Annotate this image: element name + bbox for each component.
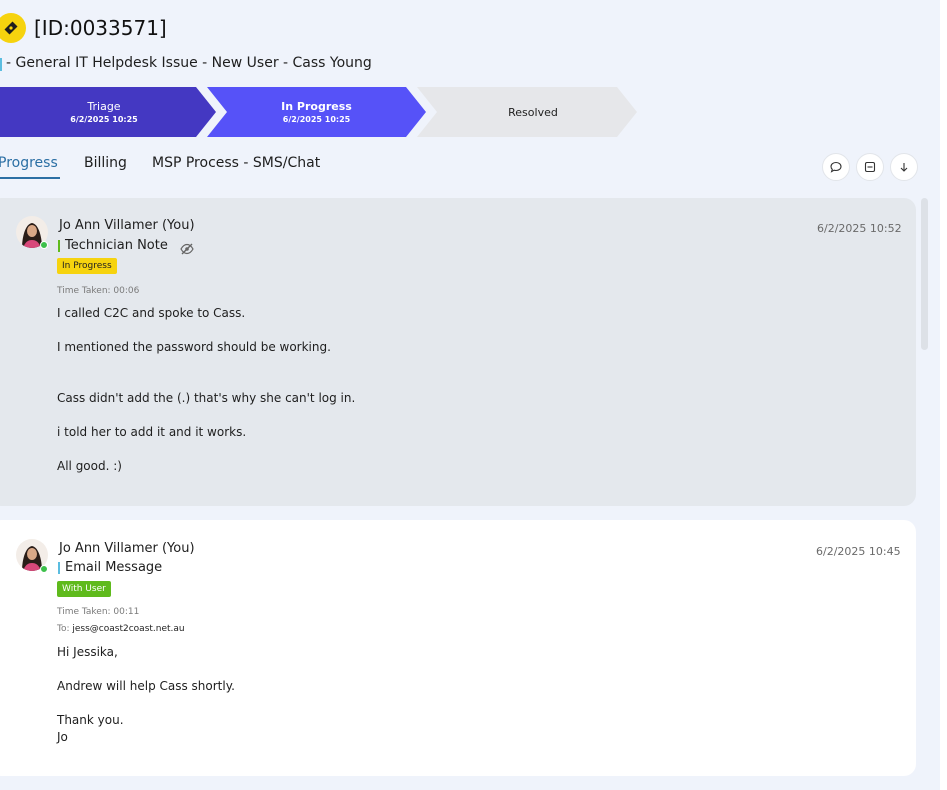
message-line: Thank you.	[57, 713, 124, 727]
message-line: I mentioned the password should be worki…	[57, 340, 331, 354]
scrollbar-thumb[interactable]	[921, 198, 928, 350]
message-line: I called C2C and spoke to Cass.	[57, 306, 246, 320]
add-comment-button[interactable]	[822, 153, 850, 181]
note-type-color-bar	[58, 240, 60, 252]
category-color-bar	[0, 58, 2, 71]
note-type-label: Technician Note	[65, 238, 168, 253]
note-timestamp: 6/2/2025 10:52	[817, 222, 902, 235]
step-label: Triage	[87, 100, 121, 113]
note-type-color-bar	[58, 562, 60, 574]
ticket-page: [ID:0033571] - General IT Helpdesk Issue…	[0, 0, 940, 790]
step-date: 6/2/2025 10:25	[70, 115, 138, 124]
message-line: Jo	[57, 730, 68, 744]
online-status-dot	[40, 565, 48, 573]
step-resolved[interactable]: Resolved	[417, 87, 637, 137]
note-type: Technician Note	[58, 238, 168, 253]
arrow-down-icon	[900, 163, 908, 172]
note-timestamp: 6/2/2025 10:45	[816, 545, 901, 558]
note-type-label: Email Message	[65, 560, 163, 575]
message-line: Hi Jessika,	[57, 645, 118, 659]
note-card: Jo Ann Villamer (You) Technician Note In…	[0, 198, 916, 506]
note-author: Jo Ann Villamer (You)	[59, 218, 195, 233]
message-line: i told her to add it and it works.	[57, 425, 247, 439]
step-label: In Progress	[281, 100, 352, 113]
time-taken: Time Taken: 00:11	[57, 607, 140, 617]
status-stepper: Triage 6/2/2025 10:25 In Progress 6/2/20…	[0, 87, 640, 137]
tab-msp-process[interactable]: MSP Process - SMS/Chat	[152, 155, 320, 177]
speech-bubble-icon	[830, 161, 842, 173]
step-label: Resolved	[508, 105, 558, 119]
message-line: Andrew will help Cass shortly.	[57, 679, 235, 693]
ticket-icon	[0, 13, 26, 43]
tab-progress[interactable]: Progress	[0, 155, 60, 179]
ticket-subtitle: - General IT Helpdesk Issue - New User -…	[6, 55, 372, 71]
step-triage[interactable]: Triage 6/2/2025 10:25	[0, 87, 216, 137]
collapse-button[interactable]	[856, 153, 884, 181]
note-card: Jo Ann Villamer (You) Email Message With…	[0, 520, 916, 776]
note-type: Email Message	[58, 560, 162, 575]
note-author: Jo Ann Villamer (You)	[59, 541, 195, 556]
online-status-dot	[40, 241, 48, 249]
scroll-down-button[interactable]	[890, 153, 918, 181]
hidden-eye-icon[interactable]	[180, 240, 194, 259]
collapse-icon	[864, 161, 876, 173]
message-line: All good. :)	[57, 459, 122, 473]
status-badge: In Progress	[57, 258, 117, 274]
ticket-id: [ID:0033571]	[34, 16, 167, 40]
time-taken: Time Taken: 00:06	[57, 286, 140, 296]
recipient-address: jess@coast2coast.net.au	[72, 624, 185, 634]
message-line: Cass didn't add the (.) that's why she c…	[57, 391, 356, 405]
email-recipient: To: jess@coast2coast.net.au	[57, 624, 185, 634]
window-edge	[940, 0, 947, 790]
step-in-progress[interactable]: In Progress 6/2/2025 10:25	[207, 87, 426, 137]
status-badge: With User	[57, 581, 111, 597]
tab-billing[interactable]: Billing	[84, 155, 127, 177]
step-date: 6/2/2025 10:25	[282, 115, 351, 124]
recipient-label: To:	[57, 624, 70, 634]
